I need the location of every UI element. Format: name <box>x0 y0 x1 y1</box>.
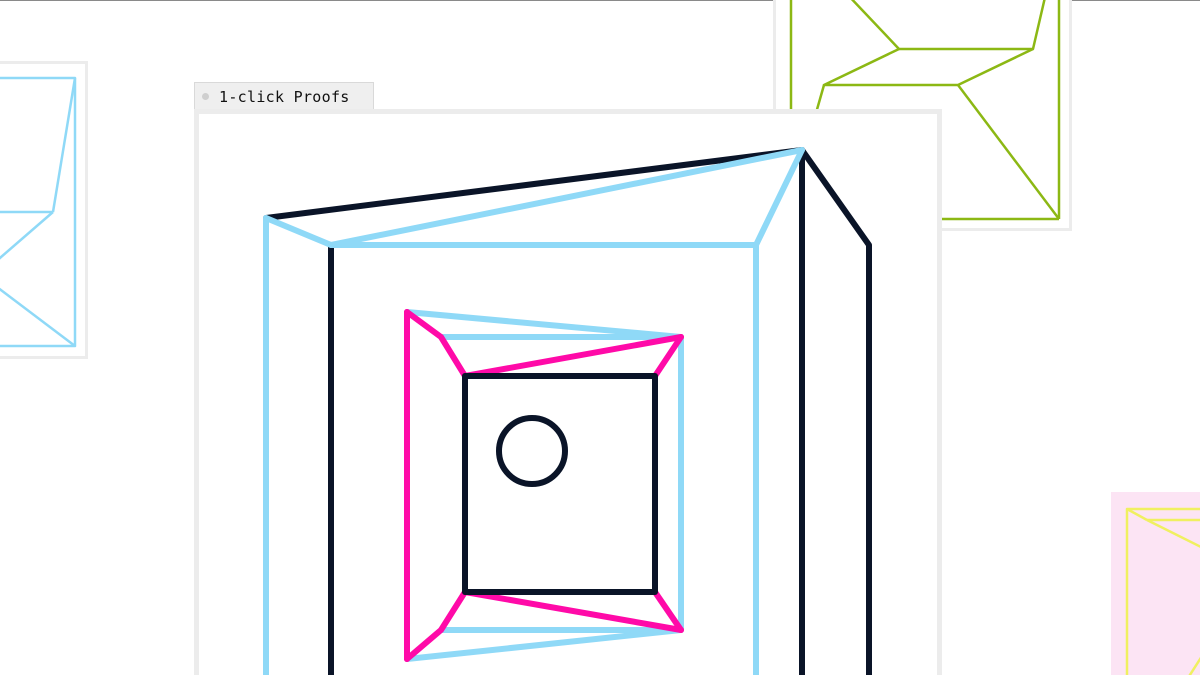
window-title: 1-click Proofs <box>219 87 350 106</box>
outer-navy-frame <box>263 147 872 675</box>
window-status-dot-icon <box>202 93 209 100</box>
inner-navy-square <box>462 373 658 595</box>
nested-frame-illustration-icon <box>263 147 872 675</box>
magenta-frame <box>404 309 684 662</box>
window-tab[interactable]: 1-click Proofs <box>194 82 374 110</box>
cyan-frame-icon <box>0 76 77 348</box>
canvas: 1-click Proofs <box>0 0 1200 675</box>
outer-cyan-frame <box>263 147 805 675</box>
thumbnail-card-pink[interactable] <box>1111 492 1200 675</box>
proof-window[interactable] <box>194 109 942 675</box>
thumbnail-card-left[interactable] <box>0 61 88 359</box>
yellow-frame-icon <box>1111 492 1200 675</box>
